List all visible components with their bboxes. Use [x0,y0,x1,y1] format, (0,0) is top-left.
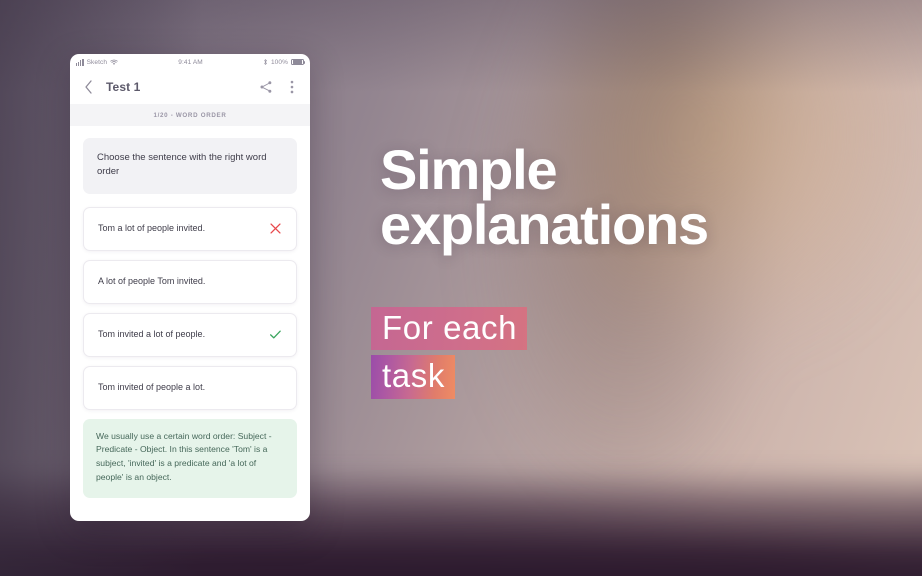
more-vertical-icon[interactable] [284,79,300,95]
wifi-icon [110,59,118,65]
status-bar: Sketch 9:41 AM 100% [70,54,310,70]
check-icon [269,328,282,341]
subheadline-line-1: For each [371,307,528,351]
page-title: Test 1 [106,80,141,94]
option-mark-empty [269,275,282,288]
option-label: Tom a lot of people invited. [98,222,206,233]
headline-line-1: Simple [380,138,558,201]
option-row-4[interactable]: Tom invited of people a lot. [83,365,297,410]
signal-bars-icon [76,58,84,66]
quiz-body: Choose the sentence with the right word … [70,126,310,499]
progress-label: 1/20 - WORD ORDER [70,104,310,126]
status-bar-right: 100% [263,58,306,66]
option-row-2[interactable]: A lot of people Tom invited. [83,259,297,304]
phone-mockup: Sketch 9:41 AM 100% Test 1 1/20 - WORD O… [70,54,310,521]
option-label: Tom invited of people a lot. [98,381,206,392]
option-row-1[interactable]: Tom a lot of people invited. [83,206,297,251]
status-bar-left: Sketch [76,58,118,66]
explanation-card: We usually use a certain word order: Sub… [83,418,297,499]
slide-canvas: Sketch 9:41 AM 100% Test 1 1/20 - WORD O… [0,0,922,576]
status-bar-time: 9:41 AM [178,58,203,66]
bluetooth-icon [264,59,267,65]
headline-line-2: explanations [380,192,709,256]
option-label: Tom invited a lot of people. [98,328,206,339]
option-label: A lot of people Tom invited. [98,275,206,286]
option-row-3[interactable]: Tom invited a lot of people. [83,312,297,357]
option-mark-empty [269,381,282,394]
battery-icon [291,58,306,66]
question-card: Choose the sentence with the right word … [83,138,297,194]
share-icon[interactable] [258,79,274,95]
subheadline: For each task [371,307,528,399]
close-icon [269,222,282,235]
subheadline-line-2: task [371,355,455,399]
app-bar: Test 1 [70,70,310,104]
carrier-label: Sketch [86,58,108,66]
headline: Simple explanations [380,138,850,256]
battery-percent-label: 100% [270,58,288,66]
chevron-left-icon[interactable] [80,79,96,95]
